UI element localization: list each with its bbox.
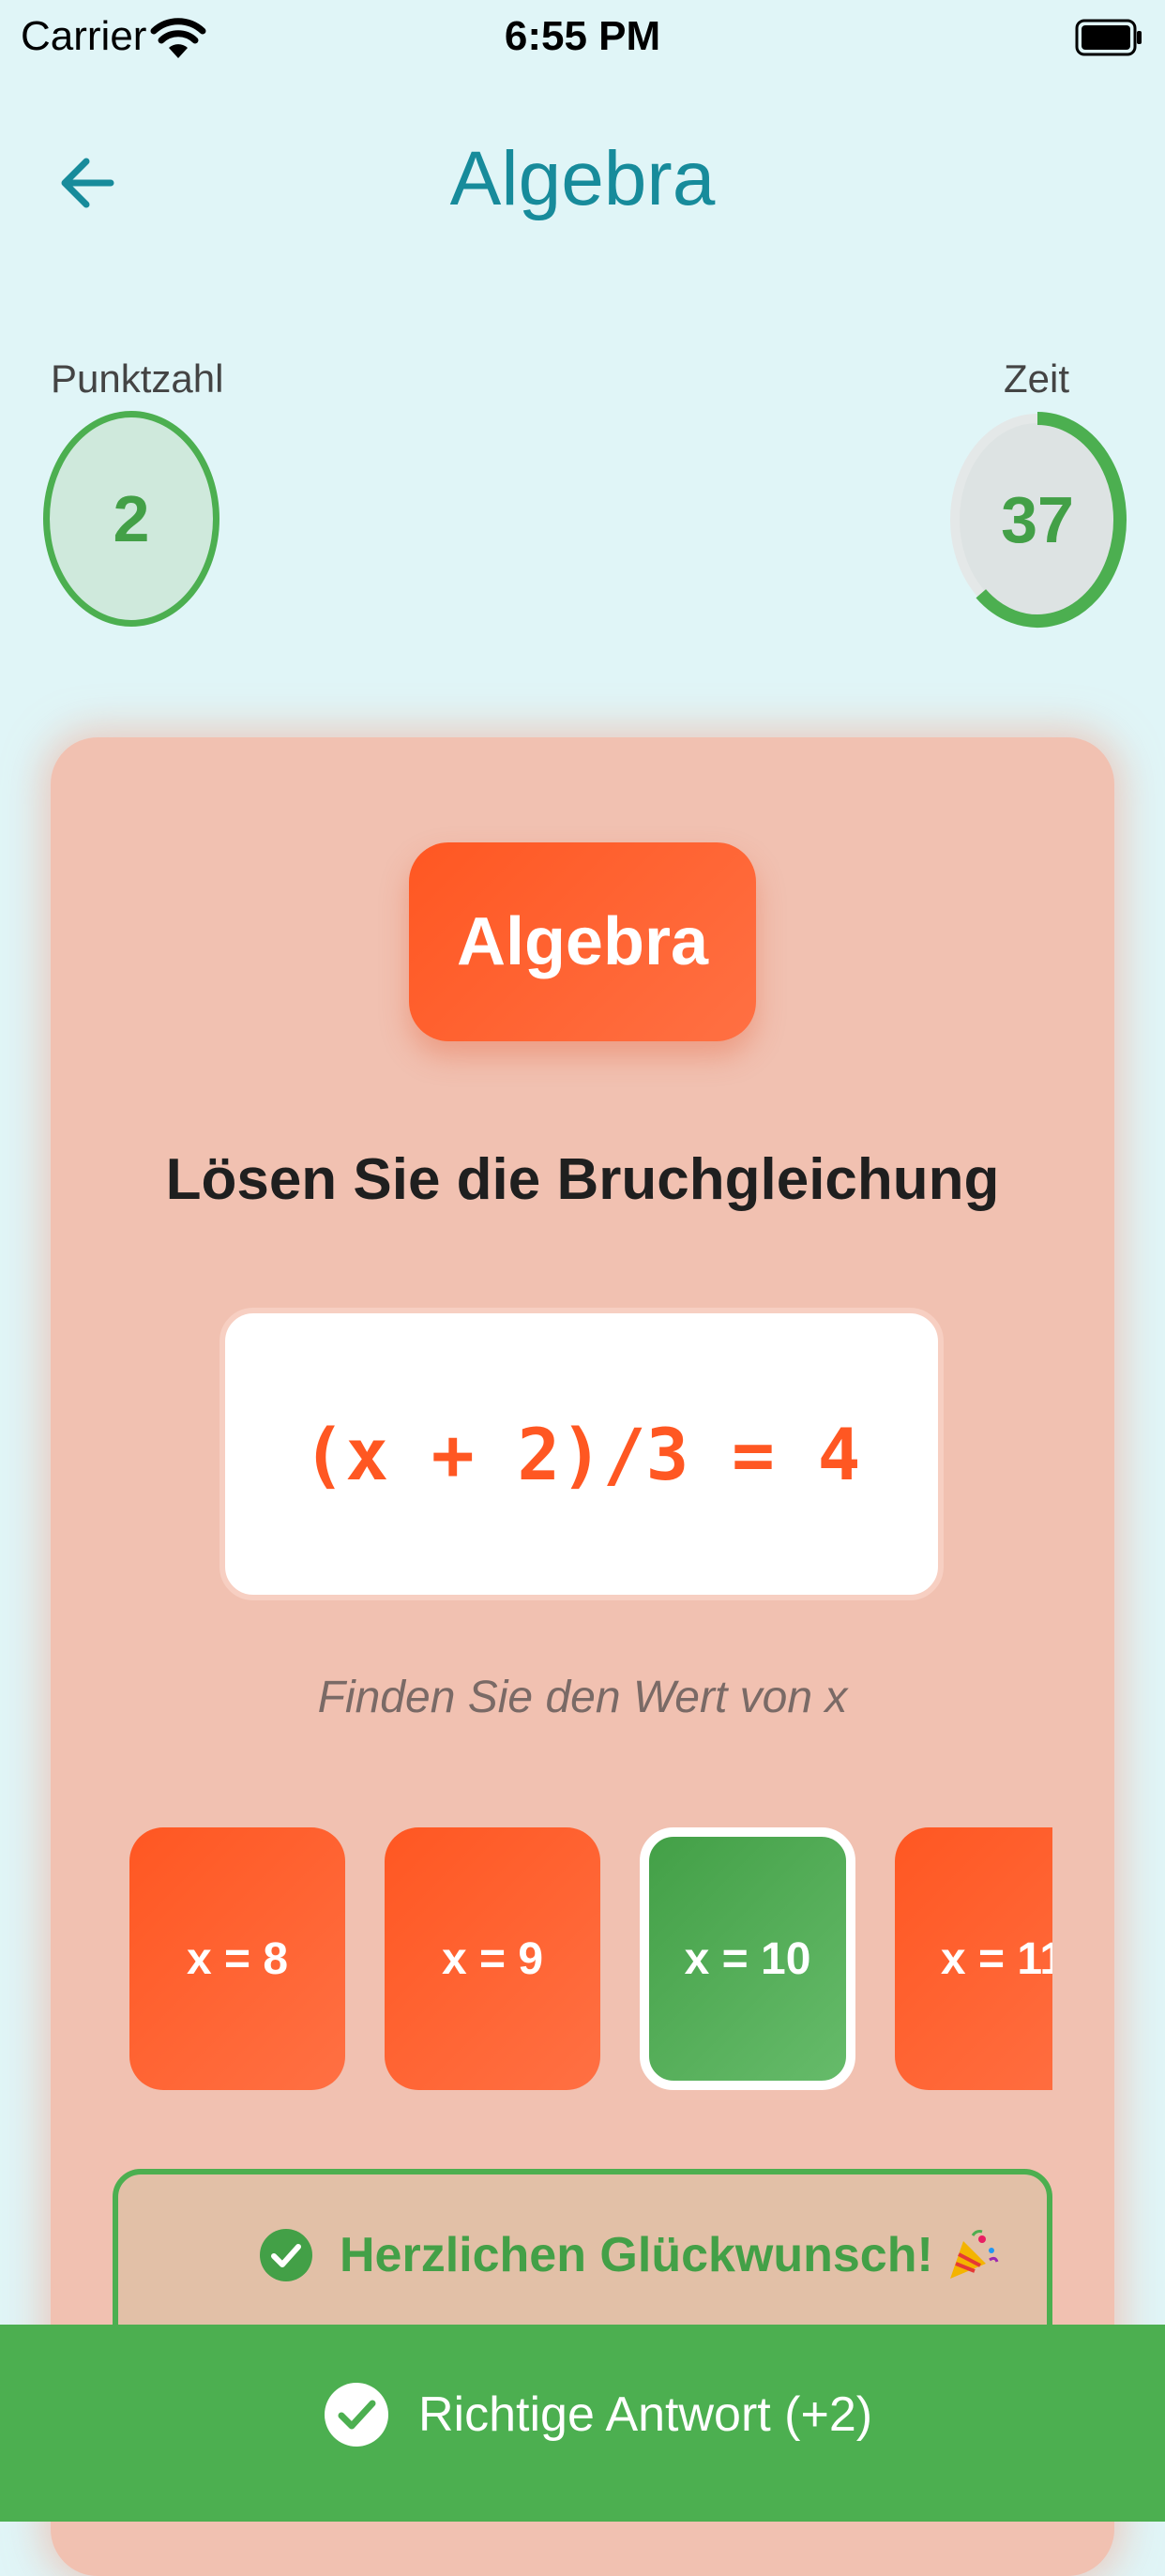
feedback-text: Herzlichen Glückwunsch! bbox=[340, 2228, 933, 2282]
answer-option[interactable]: x = 9 bbox=[385, 1827, 600, 2090]
snackbar-text: Richtige Antwort (+2) bbox=[418, 2387, 873, 2442]
hint-text: Finden Sie den Wert von x bbox=[317, 1673, 848, 1722]
navigation-bar: Algebra bbox=[0, 122, 1165, 244]
timer-value: 37 bbox=[1001, 483, 1074, 556]
answer-options: x = 8 x = 9 x = 10 x = 11 bbox=[129, 1827, 1052, 2094]
page-title: Algebra bbox=[449, 136, 716, 221]
party-popper-icon bbox=[949, 2230, 999, 2279]
status-bar: Carrier 6:55 PM bbox=[0, 0, 1165, 75]
answer-option-correct[interactable]: x = 10 bbox=[640, 1827, 855, 2090]
score-circle: 2 bbox=[43, 411, 219, 627]
equation-box: (x + 2)/3 = 4 bbox=[219, 1308, 944, 1600]
status-time: 6:55 PM bbox=[504, 13, 661, 59]
answer-option[interactable]: x = 11 bbox=[895, 1827, 1052, 2090]
score-label: Punktzahl bbox=[51, 356, 224, 401]
check-circle-icon bbox=[260, 2229, 312, 2281]
time-label: Zeit bbox=[1004, 356, 1070, 401]
check-circle-icon bbox=[325, 2383, 388, 2447]
question-text: Lösen Sie die Bruchgleichung bbox=[165, 1147, 1000, 1212]
snackbar: Richtige Antwort (+2) bbox=[0, 2325, 1165, 2522]
category-badge: Algebra bbox=[409, 842, 756, 1041]
battery-icon bbox=[1075, 19, 1142, 56]
equation-text: (x + 2)/3 = 4 bbox=[302, 1412, 861, 1496]
answer-option[interactable]: x = 8 bbox=[129, 1827, 345, 2090]
